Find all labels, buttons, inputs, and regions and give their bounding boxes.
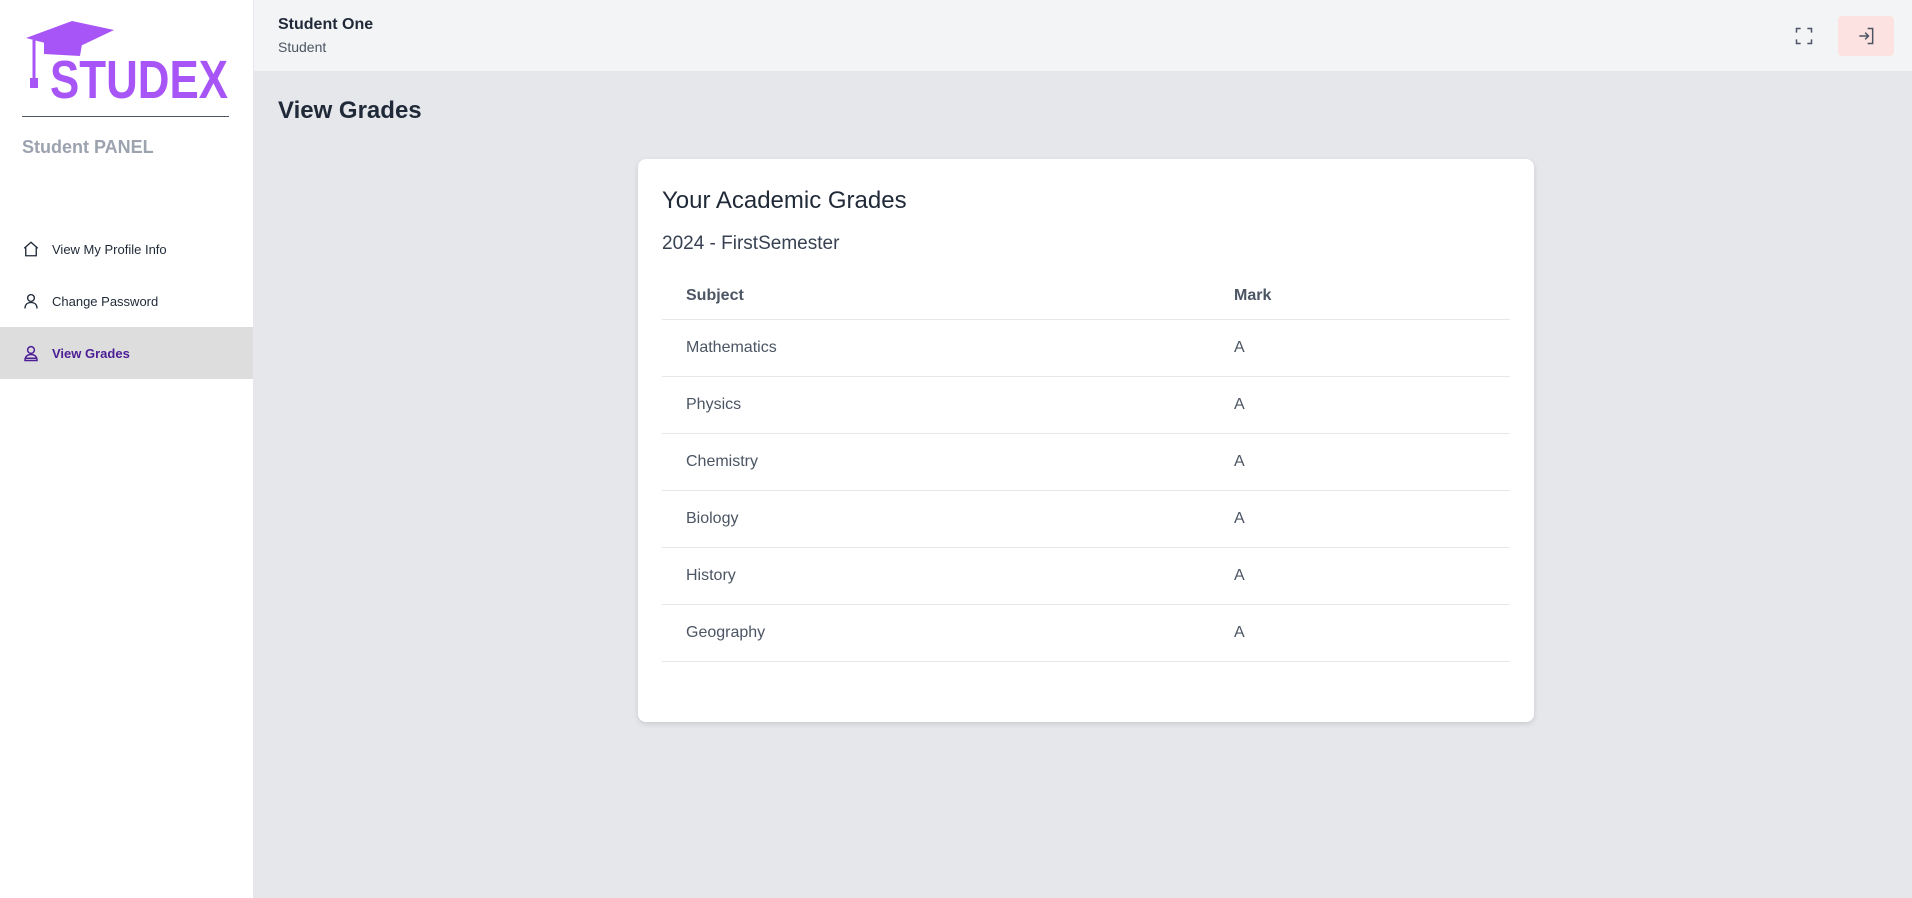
table-row: Physics A [662, 376, 1510, 434]
user-role: Student [278, 39, 327, 55]
subject-cell: History [662, 547, 1210, 605]
table-row: Biology A [662, 490, 1510, 548]
app-root: STUDEX Student PANEL View My Profile Inf… [0, 0, 1912, 898]
logo-text: STUDEX [50, 50, 228, 102]
top-actions [1784, 15, 1894, 56]
subject-cell: Physics [662, 376, 1210, 434]
column-header-mark: Mark [1210, 273, 1510, 320]
logout-icon [1859, 27, 1874, 44]
table-header-row: Subject Mark [662, 273, 1510, 320]
subject-cell: Chemistry [662, 433, 1210, 491]
sidebar-nav: View My Profile Info Change Password Vie… [0, 223, 253, 379]
table-row: Geography A [662, 604, 1510, 662]
column-header-subject: Subject [662, 273, 1210, 320]
user-badge-icon [22, 344, 40, 362]
sidebar: STUDEX Student PANEL View My Profile Inf… [0, 0, 254, 898]
semester-label: 2024 - FirstSemester [662, 233, 840, 254]
panel-title: Student PANEL [22, 137, 154, 157]
topbar: Student One Student [254, 0, 1912, 71]
content: View Grades Your Academic Grades 2024 - … [254, 71, 1912, 898]
studex-logo: STUDEX [26, 21, 228, 102]
mark-cell: A [1210, 490, 1510, 548]
table-row: Chemistry A [662, 433, 1510, 491]
sidebar-item-label: View My Profile Info [52, 241, 167, 257]
table-row: History A [662, 547, 1510, 605]
subject-cell: Biology [662, 490, 1210, 548]
sidebar-item-profile[interactable]: View My Profile Info [0, 223, 253, 275]
fullscreen-button[interactable] [1784, 16, 1824, 56]
user-name: Student One [278, 16, 374, 33]
sidebar-item-change-password[interactable]: Change Password [0, 275, 253, 327]
mark-cell: A [1210, 376, 1510, 434]
page-title: View Grades [278, 97, 422, 124]
sidebar-item-label: Change Password [52, 293, 159, 309]
user-info: Student One Student [278, 16, 373, 55]
main-area: Student One Student View Grades Your Aca… [254, 0, 1912, 898]
card-title: Your Academic Grades [662, 187, 907, 214]
mark-cell: A [1210, 547, 1510, 605]
table-row: Mathematics A [662, 319, 1510, 377]
sidebar-item-label: View Grades [52, 345, 130, 361]
mark-cell: A [1210, 319, 1510, 377]
sidebar-item-view-grades[interactable]: View Grades [0, 327, 253, 379]
logout-button[interactable] [1838, 15, 1894, 56]
user-icon [22, 292, 40, 310]
subject-cell: Geography [662, 604, 1210, 662]
fullscreen-icon [1795, 27, 1813, 44]
home-icon [22, 240, 40, 258]
subject-cell: Mathematics [662, 319, 1210, 377]
grades-card: Your Academic Grades 2024 - FirstSemeste… [638, 159, 1534, 722]
mark-cell: A [1210, 433, 1510, 491]
grades-table: Subject Mark Mathematics A Physics A Che… [662, 273, 1510, 662]
mark-cell: A [1210, 604, 1510, 662]
logo-container: STUDEX [0, 0, 253, 102]
